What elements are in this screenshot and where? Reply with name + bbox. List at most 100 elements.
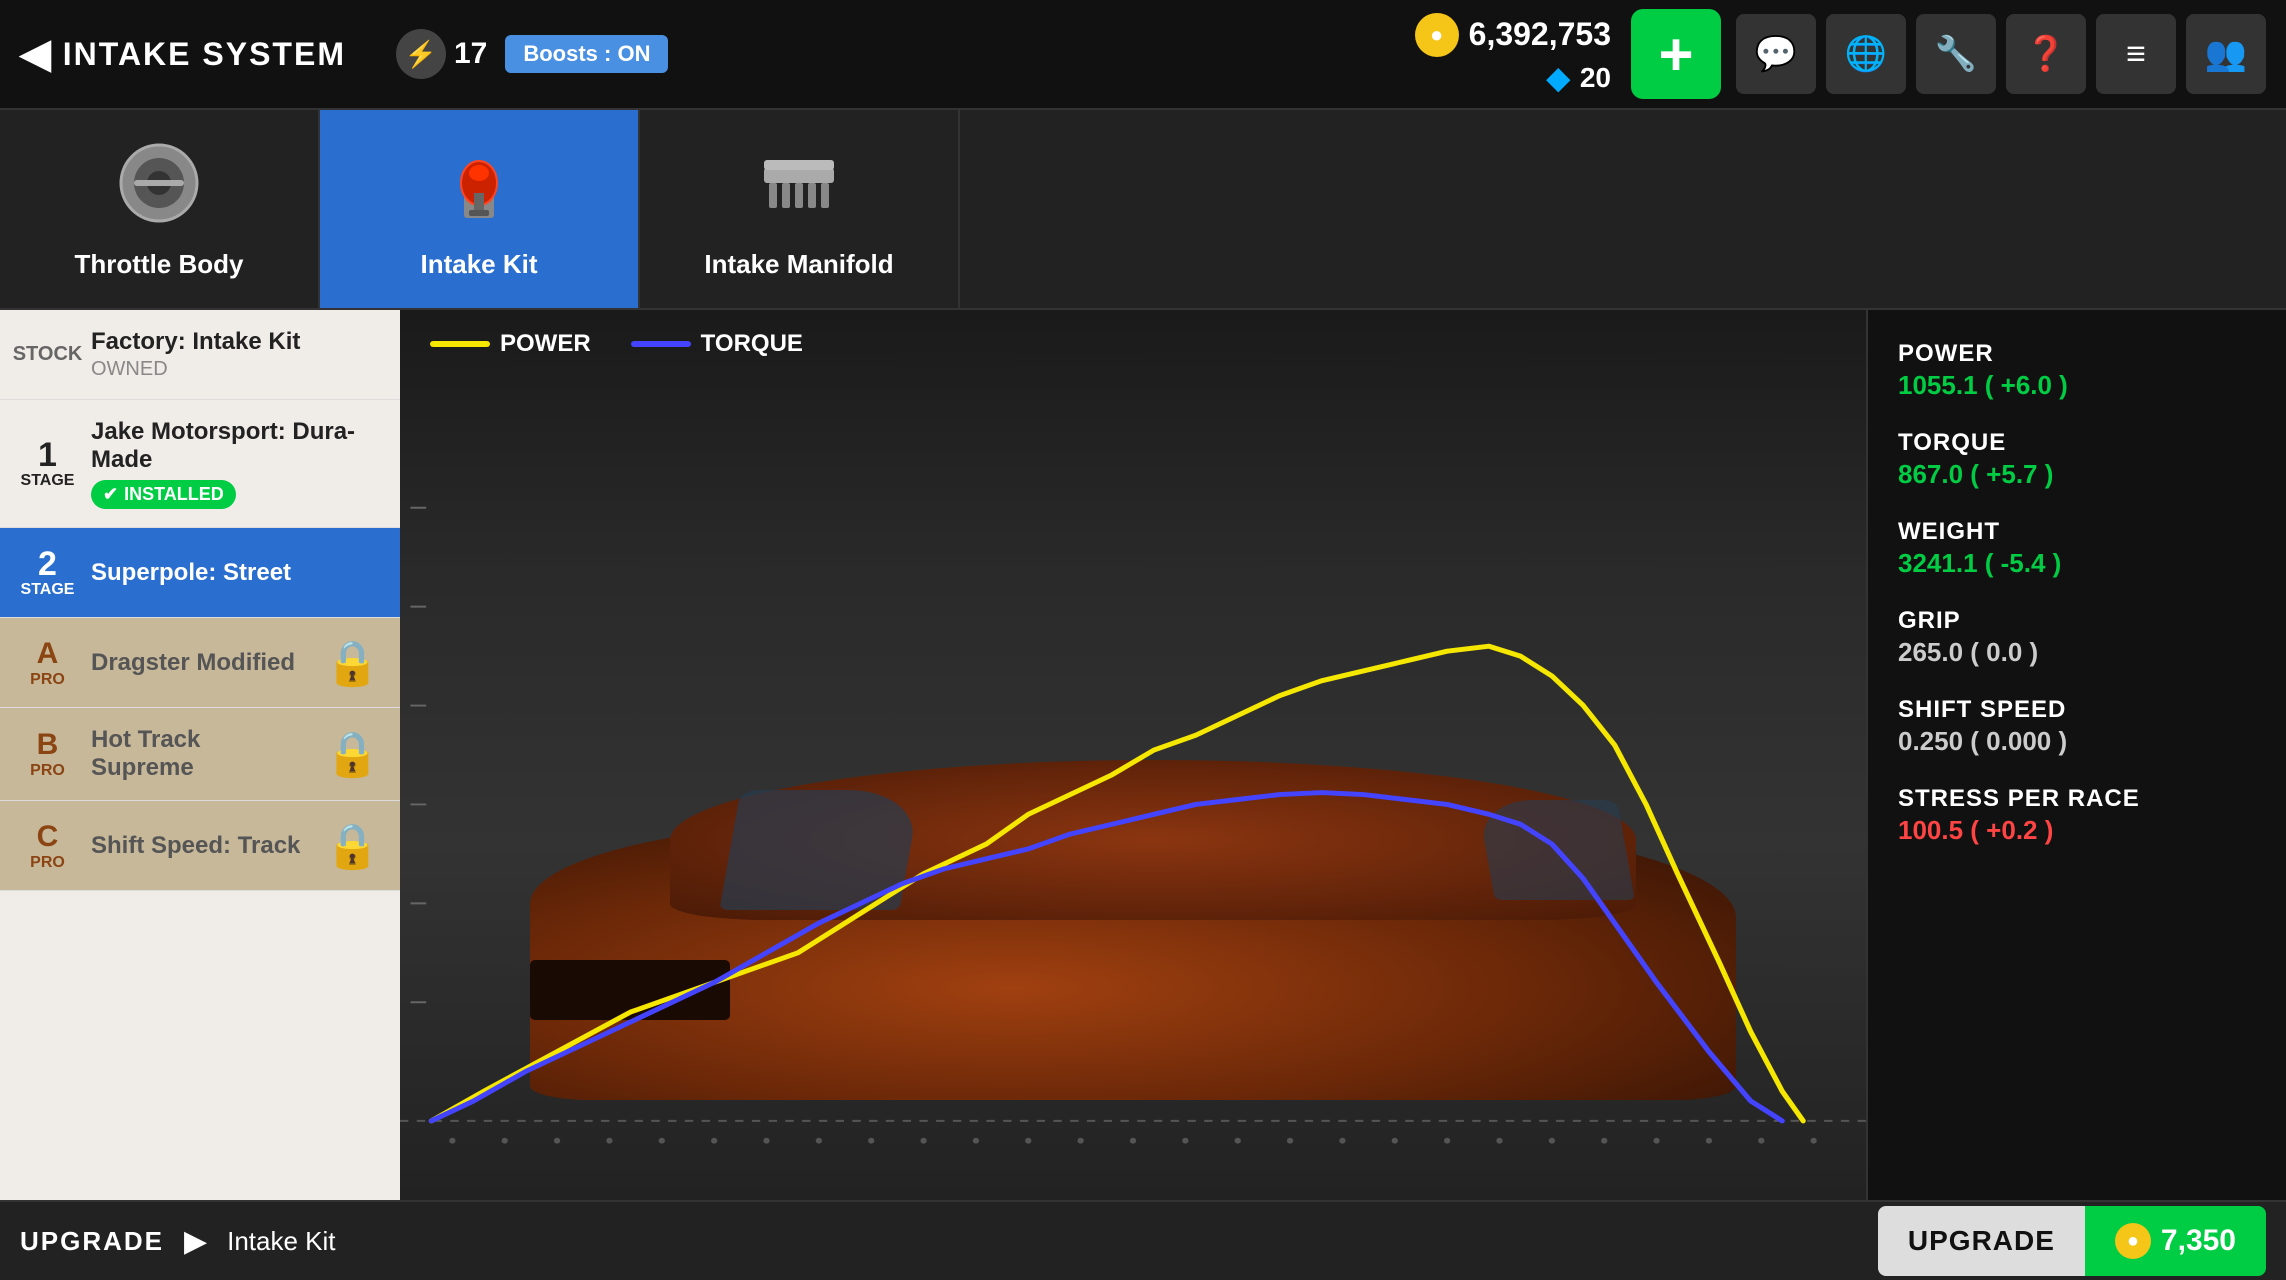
graph-legend: POWER TORQUE	[430, 330, 803, 358]
upgrade-name-stock: Factory: Intake Kit	[91, 328, 380, 356]
page-title: INTAKE SYSTEM	[63, 36, 346, 73]
tab-intake-manifold[interactable]: Intake Manifold	[640, 110, 960, 308]
back-arrow-icon: ◀	[20, 31, 53, 77]
stat-torque: TORQUE 867.0 ( +5.7 )	[1898, 429, 2256, 490]
upgrade-item-stage2[interactable]: 2 STAGE Superpole: Street	[0, 528, 400, 618]
upgrade-info-pro-a: Dragster Modified	[91, 649, 309, 677]
power-label: POWER	[1898, 340, 2256, 368]
nav-icons: 💬 🌐 🔧 ❓ ≡ 👥	[1736, 14, 2266, 94]
boosts-badge[interactable]: Boosts : ON	[505, 35, 668, 73]
upgrade-item-stock[interactable]: STOCK Factory: Intake Kit OWNED	[0, 310, 400, 400]
power-value: 1055.1 ( +6.0 )	[1898, 370, 2256, 401]
tab-throttle-body[interactable]: Throttle Body	[0, 110, 320, 308]
torque-line-sample	[631, 341, 691, 347]
shift-speed-label: SHIFT SPEED	[1898, 696, 2256, 724]
stat-stress: STRESS PER RACE 100.5 ( +0.2 )	[1898, 785, 2256, 846]
pro-stage-b: B PRO	[20, 728, 75, 780]
installed-badge: ✔ INSTALLED	[91, 480, 236, 509]
upgrade-button-group[interactable]: UPGRADE ● 7,350	[1878, 1206, 2266, 1276]
stat-power: POWER 1055.1 ( +6.0 )	[1898, 340, 2256, 401]
bottom-upgrade-label: UPGRADE	[20, 1226, 164, 1257]
owned-text: OWNED	[91, 358, 380, 381]
main-content: STOCK Factory: Intake Kit OWNED 1 STAGE …	[0, 310, 2286, 1200]
diamond-icon: ◆	[1547, 61, 1570, 96]
grip-value: 265.0 ( 0.0 )	[1898, 637, 2256, 668]
lock-icon-c: 🔒	[325, 820, 380, 872]
shift-speed-value: 0.250 ( 0.000 )	[1898, 726, 2256, 757]
globe-icon-button[interactable]: 🌐	[1826, 14, 1906, 94]
intake-kit-icon	[434, 138, 524, 239]
top-nav: ◀ INTAKE SYSTEM ⚡ 17 Boosts : ON ● 6,392…	[0, 0, 2286, 110]
upgrade-btn-price[interactable]: ● 7,350	[2085, 1206, 2266, 1276]
tab-intake-kit[interactable]: Intake Kit	[320, 110, 640, 308]
lightning-icon: ⚡	[396, 29, 446, 79]
boost-lightning-block: ⚡ 17 Boosts : ON	[396, 29, 669, 79]
check-icon: ✔	[103, 484, 118, 505]
diamond-amount: 20	[1580, 62, 1611, 94]
stage-label-1: 1 STAGE	[20, 438, 75, 490]
weight-value: 3241.1 ( -5.4 )	[1898, 548, 2256, 579]
torque-value: 867.0 ( +5.7 )	[1898, 459, 2256, 490]
help-icon-button[interactable]: ❓	[2006, 14, 2086, 94]
car-view: POWER TORQUE	[400, 310, 1866, 1200]
upgrade-item-pro-a[interactable]: A PRO Dragster Modified 🔒	[0, 618, 400, 708]
throttle-body-label: Throttle Body	[75, 249, 244, 280]
upgrade-info-stage1: Jake Motorsport: Dura-Made ✔ INSTALLED	[91, 418, 380, 509]
upgrade-name-pro-c: Shift Speed: Track	[91, 832, 309, 860]
gold-icon: ●	[1415, 13, 1459, 57]
play-icon: ▶	[184, 1224, 207, 1259]
pro-stage-c: C PRO	[20, 820, 75, 872]
intake-manifold-label: Intake Manifold	[704, 249, 893, 280]
currency-block: ● 6,392,753 ◆ 20	[1415, 13, 1611, 96]
diamond-currency: ◆ 20	[1547, 61, 1611, 96]
upgrade-info-pro-c: Shift Speed: Track	[91, 832, 309, 860]
stat-weight: WEIGHT 3241.1 ( -5.4 )	[1898, 518, 2256, 579]
stats-panel: POWER 1055.1 ( +6.0 ) TORQUE 867.0 ( +5.…	[1866, 310, 2286, 1200]
menu-icon-button[interactable]: ≡	[2096, 14, 2176, 94]
stress-value: 100.5 ( +0.2 )	[1898, 815, 2256, 846]
power-legend: POWER	[430, 330, 591, 358]
intake-manifold-icon	[754, 138, 844, 239]
intake-kit-label: Intake Kit	[420, 249, 537, 280]
bottom-part-name: Intake Kit	[227, 1226, 335, 1257]
upgrade-name-pro-a: Dragster Modified	[91, 649, 309, 677]
upgrade-name-pro-b: Hot Track Supreme	[91, 726, 309, 782]
bottom-bar: UPGRADE ▶ Intake Kit UPGRADE ● 7,350	[0, 1200, 2286, 1280]
wrench-icon-button[interactable]: 🔧	[1916, 14, 1996, 94]
upgrade-price: 7,350	[2161, 1224, 2236, 1258]
gold-currency: ● 6,392,753	[1415, 13, 1611, 57]
stage-label-2: 2 STAGE	[20, 547, 75, 599]
lock-icon-a: 🔒	[325, 637, 380, 689]
gold-amount: 6,392,753	[1469, 16, 1611, 53]
upgrade-item-pro-c[interactable]: C PRO Shift Speed: Track 🔒	[0, 801, 400, 891]
upgrade-info-stage2: Superpole: Street	[91, 559, 380, 587]
upgrade-name-stage1: Jake Motorsport: Dura-Made	[91, 418, 380, 474]
back-button[interactable]: ◀ INTAKE SYSTEM	[20, 31, 346, 77]
stress-label: STRESS PER RACE	[1898, 785, 2256, 813]
chat-icon-button[interactable]: 💬	[1736, 14, 1816, 94]
upgrade-btn-text[interactable]: UPGRADE	[1878, 1206, 2085, 1276]
torque-legend-label: TORQUE	[701, 330, 803, 358]
lightning-count: 17	[454, 37, 487, 71]
upgrade-name-stage2: Superpole: Street	[91, 559, 380, 587]
upgrade-item-pro-b[interactable]: B PRO Hot Track Supreme 🔒	[0, 708, 400, 801]
stat-grip: GRIP 265.0 ( 0.0 )	[1898, 607, 2256, 668]
weight-label: WEIGHT	[1898, 518, 2256, 546]
social-icon-button[interactable]: 👥	[2186, 14, 2266, 94]
power-line-sample	[430, 341, 490, 347]
price-coin-icon: ●	[2115, 1223, 2151, 1259]
torque-label: TORQUE	[1898, 429, 2256, 457]
grip-label: GRIP	[1898, 607, 2256, 635]
torque-legend: TORQUE	[631, 330, 803, 358]
add-currency-button[interactable]: +	[1631, 9, 1721, 99]
part-tabs: Throttle Body Intake Kit	[0, 110, 2286, 310]
lock-icon-b: 🔒	[325, 728, 380, 780]
upgrade-list: STOCK Factory: Intake Kit OWNED 1 STAGE …	[0, 310, 400, 1200]
stat-shift-speed: SHIFT SPEED 0.250 ( 0.000 )	[1898, 696, 2256, 757]
power-legend-label: POWER	[500, 330, 591, 358]
upgrade-item-stage1[interactable]: 1 STAGE Jake Motorsport: Dura-Made ✔ INS…	[0, 400, 400, 528]
upgrade-info-stock: Factory: Intake Kit OWNED	[91, 328, 380, 381]
upgrade-info-pro-b: Hot Track Supreme	[91, 726, 309, 782]
throttle-body-icon	[114, 138, 204, 239]
pro-stage-a: A PRO	[20, 637, 75, 689]
